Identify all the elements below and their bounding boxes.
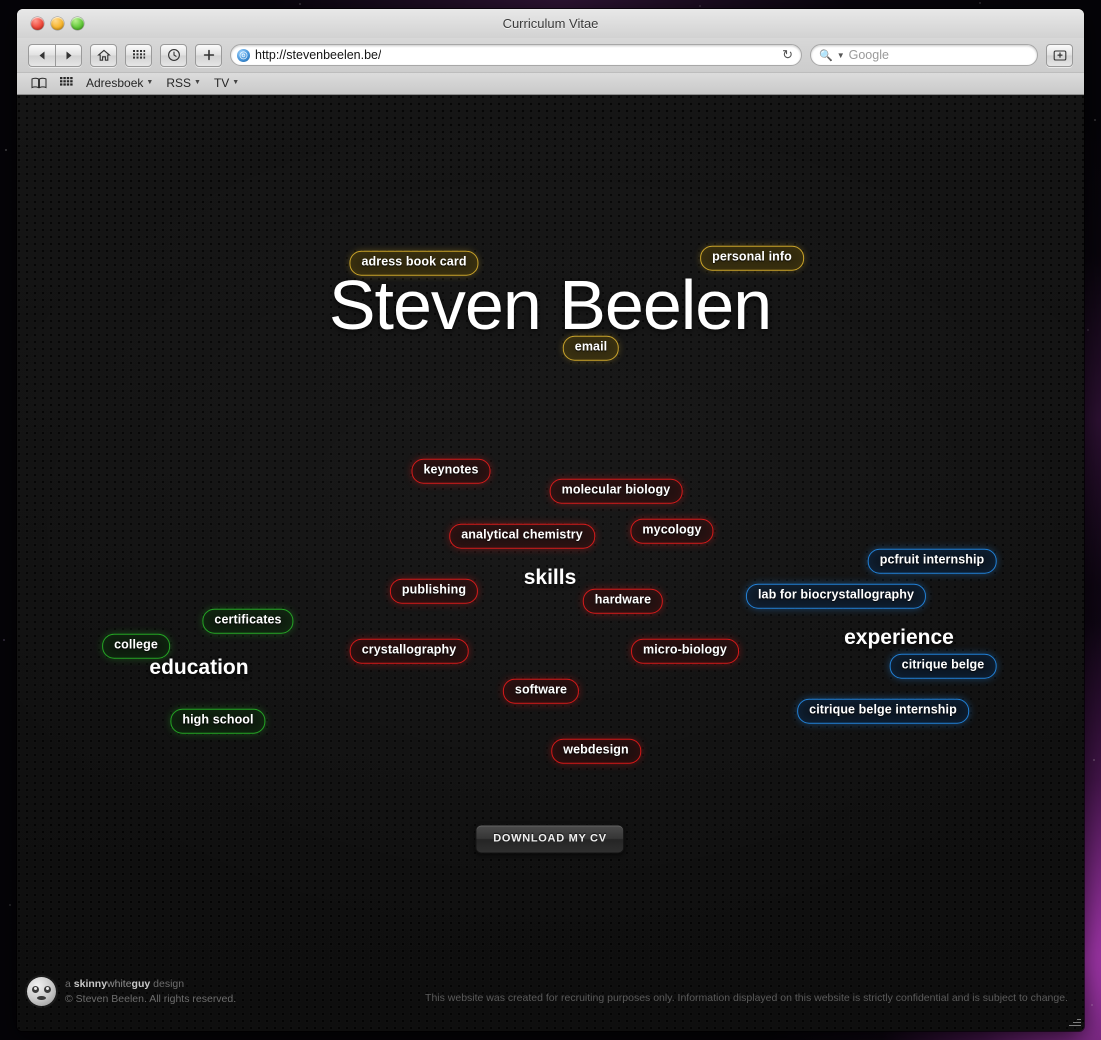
grid-icon — [132, 50, 145, 59]
logo-mouth — [37, 996, 46, 1000]
tag-micro-biology[interactable]: micro-biology — [631, 638, 739, 664]
tag-webdesign[interactable]: webdesign — [551, 738, 641, 764]
tag-analytical-chemistry[interactable]: analytical chemistry — [449, 523, 595, 549]
bookmark-tv[interactable]: TV ▼ — [214, 76, 239, 90]
bookmark-label: TV — [213, 75, 230, 90]
heading-education: education — [149, 656, 249, 679]
search-icon: 🔍 — [819, 49, 833, 62]
bookmark-rss[interactable]: RSS ▼ — [166, 76, 201, 90]
tag-email[interactable]: email — [562, 335, 620, 361]
add-to-reading-list-icon — [1053, 49, 1066, 61]
tag-molecular-biology[interactable]: molecular biology — [549, 478, 683, 504]
bookmark-label: RSS — [166, 75, 191, 90]
book-icon — [31, 77, 47, 88]
grid-icon — [60, 77, 73, 86]
designer-credit-line: a skinnywhiteguy design — [65, 978, 185, 990]
forward-button[interactable] — [55, 43, 82, 67]
chevron-down-icon[interactable]: ▼ — [837, 51, 845, 60]
tag-personal-info[interactable]: personal info — [700, 245, 804, 271]
download-cv-button[interactable]: DOWNLOAD MY CV — [475, 824, 625, 854]
top-sites-button[interactable] — [125, 43, 152, 67]
window-resize-handle[interactable] — [1067, 1014, 1081, 1028]
logo-eye-left — [32, 986, 39, 993]
forward-arrow-icon — [66, 51, 72, 59]
reload-icon[interactable]: ↻ — [782, 47, 795, 63]
browser-chrome: Curriculum Vitae ◎ http://stevenbeelen.b… — [17, 9, 1084, 95]
clock-icon — [167, 49, 180, 61]
address-bar[interactable]: http://stevenbeelen.be/ ↻ — [230, 44, 802, 66]
heading-skills: skills — [523, 566, 577, 589]
tag-high-school[interactable]: high school — [170, 708, 266, 734]
footer-credit: a skinnywhiteguy design © Steven Beelen.… — [65, 977, 236, 1007]
browser-window: Curriculum Vitae ◎ http://stevenbeelen.b… — [17, 9, 1084, 1031]
copyright-line: © Steven Beelen. All rights reserved. — [65, 993, 237, 1005]
back-arrow-icon — [39, 51, 44, 59]
heading-experience: experience — [844, 626, 954, 649]
tag-citrique-belge-internship[interactable]: citrique belge internship — [797, 698, 969, 724]
new-tab-button[interactable] — [195, 43, 222, 67]
tag-pcfruit-internship[interactable]: pcfruit internship — [867, 548, 997, 574]
window-title: Curriculum Vitae — [502, 16, 599, 31]
bookmark-label: Adresboek — [86, 75, 144, 90]
back-button[interactable] — [28, 43, 55, 67]
tag-software[interactable]: software — [502, 678, 580, 704]
bookmarks-grid-button[interactable] — [60, 77, 73, 88]
tag-lab-for-biocrystallography[interactable]: lab for biocrystallography — [745, 583, 927, 609]
maximize-button[interactable] — [71, 17, 84, 30]
page-content: Steven Beelen adress book card personal i… — [17, 95, 1084, 1031]
search-placeholder: Google — [848, 48, 889, 62]
window-titlebar: Curriculum Vitae — [17, 9, 1084, 38]
window-controls — [31, 17, 84, 30]
reader-list-button[interactable] — [1046, 43, 1073, 67]
tag-crystallography[interactable]: crystallography — [349, 638, 469, 664]
navigation-group — [28, 43, 82, 67]
page-title: Steven Beelen — [328, 266, 772, 344]
plus-icon — [203, 49, 214, 61]
bookmark-adresboek[interactable]: Adresboek ▼ — [86, 76, 153, 90]
chevron-down-icon: ▼ — [146, 79, 154, 86]
page-footer: a skinnywhiteguy design © Steven Beelen.… — [17, 971, 1084, 1031]
tag-hardware[interactable]: hardware — [582, 588, 664, 614]
chevron-down-icon: ▼ — [194, 79, 201, 86]
chevron-down-icon: ▼ — [232, 79, 240, 86]
close-button[interactable] — [31, 17, 44, 30]
footer-disclaimer: This website was created for recruiting … — [425, 992, 1068, 1004]
bookmarks-sidebar-button[interactable] — [31, 77, 47, 89]
tag-publishing[interactable]: publishing — [389, 578, 479, 604]
tag-college[interactable]: college — [102, 633, 170, 659]
tag-certificates[interactable]: certificates — [202, 608, 294, 634]
history-button[interactable] — [160, 43, 187, 67]
tag-keynotes[interactable]: keynotes — [411, 458, 491, 484]
minimize-button[interactable] — [51, 17, 64, 30]
logo-eye-right — [44, 986, 51, 993]
address-bar-value: http://stevenbeelen.be/ — [255, 48, 382, 62]
browser-toolbar: http://stevenbeelen.be/ ↻ 🔍 ▼ Google — [17, 38, 1084, 72]
home-icon — [96, 49, 111, 61]
site-favicon-icon — [237, 48, 250, 62]
search-input[interactable]: 🔍 ▼ Google — [810, 44, 1038, 66]
skinnywhiteguy-logo-icon — [27, 977, 56, 1006]
tag-adress-book-card[interactable]: adress book card — [349, 250, 479, 276]
bookmarks-bar: Adresboek ▼ RSS ▼ TV ▼ — [17, 72, 1084, 94]
home-button[interactable] — [90, 43, 117, 67]
tag-mycology[interactable]: mycology — [630, 518, 714, 544]
tag-citrique-belge[interactable]: citrique belge — [889, 653, 997, 679]
